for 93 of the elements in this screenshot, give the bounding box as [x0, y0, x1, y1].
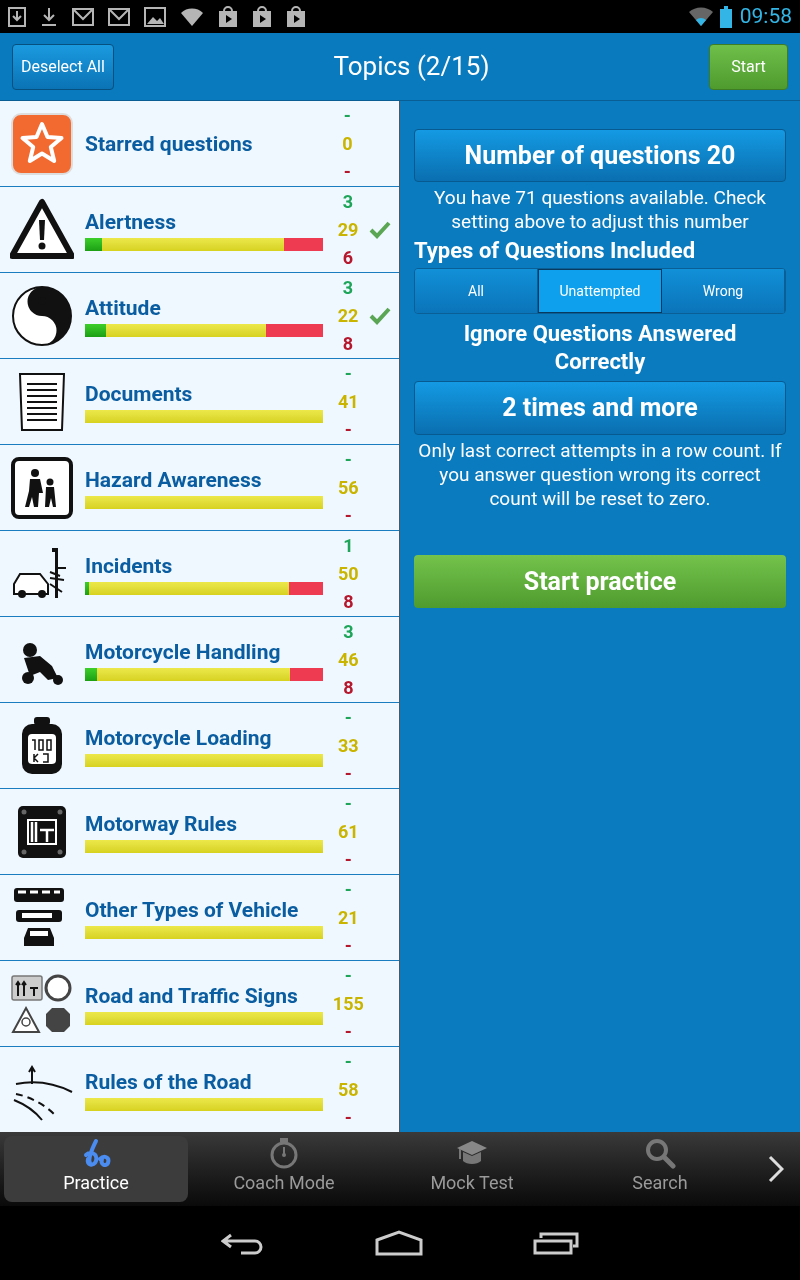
topic-row[interactable]: Motorcycle Handling 3 46 8	[0, 617, 399, 703]
recent-apps-icon[interactable]	[533, 1231, 579, 1255]
question-count: 33	[338, 733, 359, 758]
mail-icon	[108, 7, 130, 26]
wrong-count: 8	[343, 589, 354, 614]
question-count: 29	[337, 217, 359, 242]
info-text: Only last correct attempts in a row count. If you answer question wrong its correct count will be reset to zero.	[417, 439, 783, 511]
topic-name: Alertness	[85, 209, 177, 236]
correct-count: 1	[343, 533, 354, 558]
topic-name: Rules of the Road	[85, 1069, 253, 1096]
correct-count: -	[343, 103, 351, 128]
correct-count: -	[344, 705, 352, 730]
question-count: 0	[342, 131, 353, 156]
play-store-icon	[286, 5, 306, 28]
filter-tab[interactable]: All	[415, 269, 538, 313]
topic-name: Starred questions	[85, 130, 254, 158]
wrong-count: -	[344, 417, 352, 442]
topic-name: Other Types of Vehicle	[85, 897, 300, 924]
wrong-count: 8	[342, 331, 354, 356]
info-text: You have 71 questions available. Check setting above to adjust this number	[433, 186, 767, 234]
screen-title: Topics (2/15)	[333, 50, 490, 83]
question-count: 50	[338, 561, 359, 586]
mail-icon	[72, 7, 94, 26]
wrong-count: -	[344, 1105, 352, 1130]
section-heading: Types of Questions Included	[414, 237, 696, 265]
back-icon[interactable]	[221, 1231, 265, 1255]
threshold-button[interactable]: 2 times and more	[414, 381, 786, 435]
question-count: 41	[338, 389, 359, 414]
topic-name: Road and Traffic Signs	[85, 983, 299, 1010]
tab[interactable]: Practice	[4, 1136, 188, 1202]
chevron-right-icon[interactable]	[768, 1155, 784, 1183]
topic-name: Motorway Rules	[85, 811, 238, 838]
wrong-count: 8	[343, 675, 354, 700]
tab[interactable]: Search	[568, 1136, 752, 1202]
correct-count: -	[344, 361, 352, 386]
wrong-count: -	[344, 933, 352, 958]
pedestrians-sign-icon	[10, 455, 74, 520]
question-count: 21	[338, 905, 359, 930]
correct-count: -	[344, 963, 352, 988]
topic-row[interactable]: Hazard Awareness - 56 -	[0, 445, 399, 531]
question-count: 56	[338, 475, 359, 500]
wifi-icon	[687, 6, 714, 27]
topic-name: Motorcycle Handling	[85, 639, 282, 666]
topic-name: Motorcycle Loading	[85, 725, 273, 752]
wrong-count: 6	[342, 245, 354, 270]
correct-count: -	[344, 877, 352, 902]
warning-sign-icon	[10, 197, 74, 262]
topic-row[interactable]: Starred questions - 0 -	[0, 101, 399, 187]
topic-name: Hazard Awareness	[85, 467, 263, 494]
correct-count: 3	[343, 619, 354, 644]
tab[interactable]: Coach Mode	[192, 1136, 376, 1202]
correct-count: 3	[342, 275, 354, 300]
play-store-icon	[218, 5, 238, 28]
correct-count: -	[344, 1049, 352, 1074]
stopwatch-icon	[268, 1137, 300, 1169]
filter-tab[interactable]: Wrong	[662, 269, 785, 313]
question-count: 22	[337, 303, 359, 328]
correct-count: -	[344, 447, 352, 472]
section-heading: Ignore Questions Answered Correctly	[462, 320, 738, 376]
topic-row[interactable]: Road and Traffic Signs - 155 -	[0, 961, 399, 1047]
question-count: 58	[338, 1077, 359, 1102]
tab[interactable]: Mock Test	[380, 1136, 564, 1202]
download-icon	[8, 6, 26, 27]
question-count: 61	[338, 819, 359, 844]
yin-yang-icon	[10, 283, 74, 348]
topic-row[interactable]: Incidents 1 50 8	[0, 531, 399, 617]
question-count: 155	[332, 991, 364, 1016]
deselect-all-button[interactable]: Deselect All	[12, 43, 114, 90]
correct-count: -	[344, 791, 352, 816]
download-icon	[40, 6, 58, 27]
topic-row[interactable]: Motorway Rules - 61 -	[0, 789, 399, 875]
topic-row[interactable]: Documents - 41 -	[0, 359, 399, 445]
topic-name: Attitude	[85, 295, 162, 322]
image-icon	[144, 6, 166, 27]
topic-name: Incidents	[85, 553, 174, 580]
battery-icon	[719, 5, 732, 28]
topic-row[interactable]: Alertness 3 29 6	[0, 187, 399, 273]
correct-count: 3	[342, 189, 354, 214]
question-count: 46	[338, 647, 359, 672]
topic-row[interactable]: Motorcycle Loading - 33 -	[0, 703, 399, 789]
search-icon	[644, 1137, 676, 1169]
topic-name: Documents	[85, 381, 194, 408]
clock: 09:58	[739, 2, 792, 30]
question-count-button[interactable]: Number of questions 20	[414, 129, 786, 182]
wrong-count: -	[343, 159, 351, 184]
wrong-count: -	[344, 1019, 352, 1044]
play-store-icon	[252, 5, 272, 28]
wrong-count: -	[344, 503, 352, 528]
topic-row[interactable]: Other Types of Vehicle - 21 -	[0, 875, 399, 961]
wrong-count: -	[344, 847, 352, 872]
wrong-count: -	[344, 761, 352, 786]
topic-row[interactable]: Attitude 3 22 8	[0, 273, 399, 359]
home-icon[interactable]	[375, 1230, 423, 1256]
